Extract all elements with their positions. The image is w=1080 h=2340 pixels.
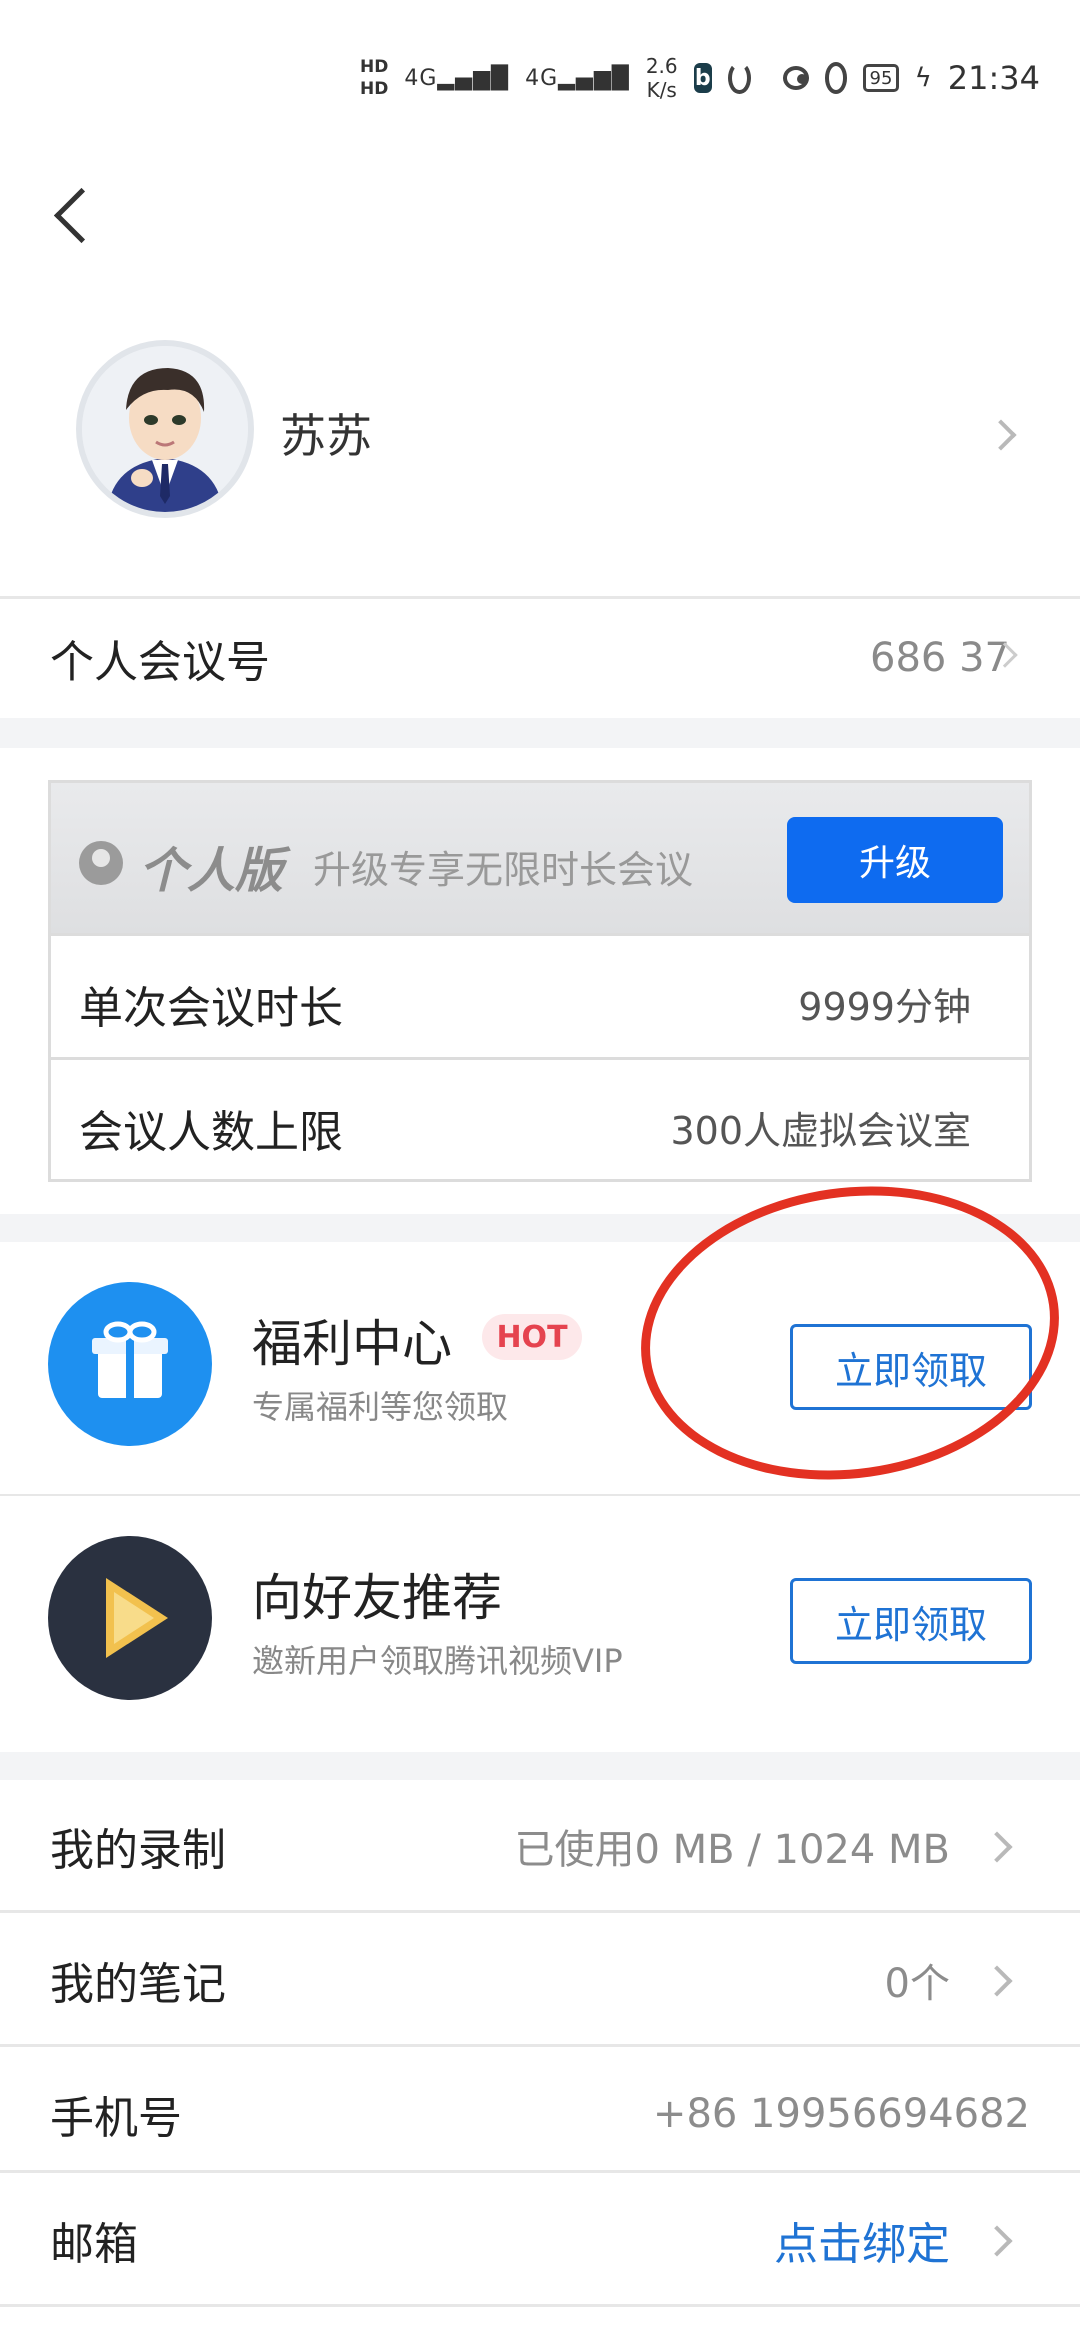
- clock: 21:34: [947, 59, 1040, 97]
- recordings-value: 已使用0 MB / 1024 MB: [514, 1827, 951, 1873]
- network-rate: 2.6 K/s: [646, 54, 678, 102]
- divider: [0, 2304, 1080, 2307]
- alarm-icon: [824, 62, 848, 94]
- hd-label-1: HD: [360, 57, 389, 77]
- plan-row-value: 300人虚拟会议室: [670, 1109, 971, 1153]
- plan-row-capacity: 会议人数上限 300人虚拟会议室: [51, 1057, 1029, 1181]
- eye-icon: [782, 66, 809, 90]
- chevron-right-icon: [981, 1831, 1013, 1863]
- hd-indicator: HD HD: [360, 56, 388, 100]
- promo-subtitle: 专属福利等您领取: [252, 1388, 509, 1426]
- promo-title: 福利中心: [252, 1315, 452, 1373]
- charging-icon: ϟ: [914, 63, 932, 93]
- profile-name: 苏苏: [280, 409, 372, 463]
- divider: [0, 1910, 1080, 1913]
- rate-value: 2.6: [645, 54, 678, 78]
- personal-meeting-id-row[interactable]: 个人会议号 686 37: [0, 598, 1080, 718]
- divider: [0, 2044, 1080, 2047]
- promo-subtitle: 邀新用户领取腾讯视频VIP: [252, 1642, 623, 1680]
- plan-description: 升级专享无限时长会议: [313, 848, 694, 892]
- bind-email-link[interactable]: 点击绑定: [774, 2208, 950, 2272]
- app-notification-icon: b: [693, 63, 712, 93]
- back-icon[interactable]: [44, 180, 104, 250]
- claim-button[interactable]: 立即领取: [790, 1578, 1032, 1664]
- notes-label: 我的笔记: [50, 1959, 226, 2010]
- profile-page: HD HD 4G▂▄▆█ 4G▂▄▆█ 2.6 K/s b 95 ϟ 21:34: [0, 0, 1080, 2340]
- avatar-illustration: [82, 346, 248, 512]
- upgrade-button[interactable]: 升级: [787, 817, 1003, 903]
- signal-icon: 4G▂▄▆█: [525, 65, 630, 91]
- loading-icon: [727, 62, 751, 94]
- gift-glyph: [92, 1321, 168, 1398]
- plan-row-value: 9999分钟: [798, 985, 971, 1029]
- my-recordings-row[interactable]: 我的录制 已使用0 MB / 1024 MB: [0, 1780, 1080, 1912]
- my-notes-row[interactable]: 我的笔记 0个: [0, 1914, 1080, 2046]
- section-gap: [0, 718, 1080, 748]
- meeting-id-label: 个人会议号: [50, 637, 270, 688]
- battery-level: 95: [869, 67, 893, 89]
- plan-title: 个人版: [139, 843, 284, 899]
- chevron-right-icon: [981, 2225, 1013, 2257]
- plan-row-label: 单次会议时长: [79, 983, 343, 1034]
- avatar[interactable]: [76, 340, 254, 518]
- signal-icon: 4G▂▄▆█: [404, 65, 510, 91]
- hd-label-2: HD: [360, 79, 389, 99]
- email-row[interactable]: 邮箱 点击绑定: [0, 2174, 1080, 2306]
- section-gap: [0, 1752, 1080, 1780]
- play-icon: [48, 1536, 212, 1700]
- network-type-2: 4G: [525, 65, 559, 91]
- hot-badge: HOT: [482, 1314, 582, 1360]
- divider: [0, 2170, 1080, 2173]
- meeting-id-value: 686 37: [870, 635, 1010, 681]
- notes-value: 0个: [884, 1961, 950, 2007]
- status-bar: HD HD 4G▂▄▆█ 4G▂▄▆█ 2.6 K/s b 95 ϟ 21:34: [360, 50, 1040, 106]
- play-glyph: [106, 1578, 168, 1658]
- plan-row-duration: 单次会议时长 9999分钟: [51, 933, 1029, 1057]
- rate-unit: K/s: [646, 78, 677, 102]
- promo-title: 向好友推荐: [252, 1569, 502, 1627]
- phone-value: +86 19956694682: [652, 2091, 1030, 2137]
- plan-row-label: 会议人数上限: [79, 1107, 343, 1158]
- phone-label: 手机号: [50, 2093, 182, 2144]
- profile-header[interactable]: 苏苏: [0, 340, 1080, 530]
- plan-header: 个人版 升级专享无限时长会议 升级: [51, 783, 1029, 933]
- gift-icon: [48, 1282, 212, 1446]
- network-type-1: 4G: [404, 65, 438, 91]
- recommend-friend-row[interactable]: 向好友推荐 邀新用户领取腾讯视频VIP 立即领取: [0, 1496, 1080, 1748]
- email-label: 邮箱: [50, 2219, 138, 2270]
- user-icon: [79, 841, 123, 885]
- recordings-label: 我的录制: [50, 1825, 226, 1876]
- chevron-right-icon: [981, 1965, 1013, 1997]
- phone-row[interactable]: 手机号 +86 19956694682: [0, 2048, 1080, 2180]
- battery-icon: 95: [863, 64, 899, 92]
- chevron-right-icon: [985, 419, 1017, 451]
- plan-card: 个人版 升级专享无限时长会议 升级 单次会议时长 9999分钟 会议人数上限 3…: [48, 780, 1032, 1182]
